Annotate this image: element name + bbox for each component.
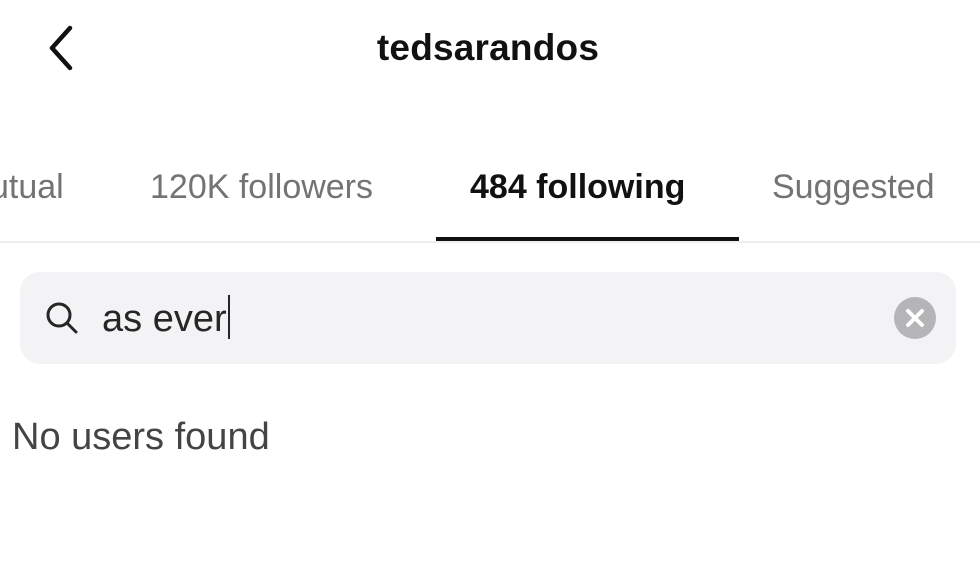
page-title: tedsarandos xyxy=(376,27,600,68)
clear-search-button[interactable] xyxy=(894,297,936,339)
search-bar[interactable]: as ever xyxy=(20,272,956,364)
tab-suggested[interactable]: Suggested xyxy=(772,164,935,210)
following-screen: tedsarandos utual 120K followers 484 fol… xyxy=(0,0,980,581)
search-icon xyxy=(46,302,78,334)
tab-bar: utual 120K followers 484 following Sugge… xyxy=(0,150,980,242)
clear-icon xyxy=(906,309,924,327)
tab-mutual[interactable]: utual xyxy=(0,164,64,210)
tab-following[interactable]: 484 following xyxy=(470,164,685,210)
search-input-text: as ever xyxy=(102,298,227,340)
tab-followers[interactable]: 120K followers xyxy=(150,164,373,210)
text-caret xyxy=(227,295,230,339)
search-input[interactable]: as ever xyxy=(102,294,230,344)
no-results-message: No users found xyxy=(12,416,270,458)
tabs-divider xyxy=(0,241,980,243)
